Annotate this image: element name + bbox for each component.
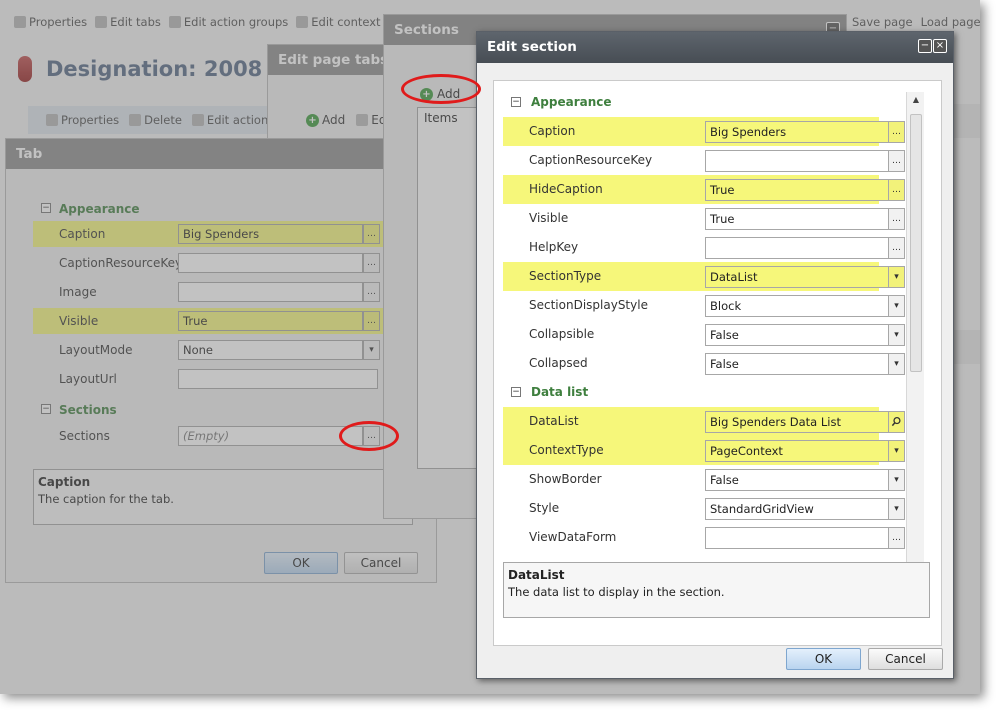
context-type-select[interactable]: PageContext (705, 440, 889, 462)
add-icon: + (306, 113, 319, 127)
sections-value[interactable]: (Empty) (178, 426, 363, 446)
chevron-down-icon[interactable]: ▾ (888, 324, 905, 346)
property-grid-scrollbar[interactable]: ▲ ▼ (906, 92, 924, 577)
chevron-down-icon[interactable]: ▾ (888, 353, 905, 375)
edit-icon (356, 114, 369, 126)
data-list-value[interactable]: Big Spenders Data List (705, 411, 889, 433)
ellipsis-button[interactable]: … (363, 282, 380, 302)
ellipsis-button[interactable]: … (888, 237, 905, 259)
caption-resource-key-value[interactable] (705, 150, 889, 172)
prop-caption[interactable]: Caption Big Spenders … (33, 221, 388, 247)
category-data-list[interactable]: − Data list (503, 378, 928, 407)
collapse-icon[interactable]: − (41, 404, 51, 414)
prop-visible[interactable]: Visible True … (33, 308, 388, 334)
category-appearance[interactable]: − Appearance (33, 198, 388, 220)
close-icon[interactable]: × (933, 39, 947, 53)
hide-caption-value[interactable]: True (705, 179, 889, 201)
search-icon-glyph (891, 417, 901, 427)
chevron-down-icon[interactable]: ▾ (888, 266, 905, 288)
category-appearance[interactable]: − Appearance (503, 88, 928, 117)
chevron-down-icon[interactable]: ▾ (888, 469, 905, 491)
window-controls: − × (918, 39, 947, 53)
cancel-button[interactable]: Cancel (344, 552, 418, 574)
style-select[interactable]: StandardGridView (705, 498, 889, 520)
caption-resource-key-value[interactable] (178, 253, 363, 273)
layout-mode-select[interactable]: None (178, 340, 363, 360)
section-type-select[interactable]: DataList (705, 266, 889, 288)
collapse-icon[interactable]: − (41, 203, 51, 213)
ellipsis-button[interactable]: … (363, 224, 380, 244)
caption-value[interactable]: Big Spenders (705, 121, 889, 143)
ellipsis-button[interactable]: … (888, 527, 905, 549)
image-value[interactable] (178, 282, 363, 302)
collapse-icon[interactable]: − (511, 97, 521, 107)
category-sections[interactable]: − Sections (33, 399, 388, 421)
scroll-thumb[interactable] (910, 114, 922, 372)
tab-property-grid: − Appearance Caption Big Spenders … Capt… (33, 195, 388, 597)
description-panel: DataList The data list to display in the… (503, 562, 930, 618)
prop-sections[interactable]: Sections (Empty) … (33, 423, 388, 449)
section-display-style-select[interactable]: Block (705, 295, 889, 317)
ellipsis-button[interactable]: … (363, 311, 380, 331)
ellipsis-button[interactable]: … (888, 208, 905, 230)
prop-layout-url[interactable]: LayoutUrl (33, 366, 388, 392)
chevron-down-icon[interactable]: ▾ (888, 498, 905, 520)
prop-caption-resource-key[interactable]: CaptionResourceKey … (33, 250, 388, 276)
scroll-up-arrow[interactable]: ▲ (910, 94, 922, 106)
add-tab-button[interactable]: + Add Ed (306, 113, 386, 127)
caption-value[interactable]: Big Spenders (178, 224, 363, 244)
ok-button[interactable]: OK (264, 552, 338, 574)
dialog-title: Edit section (477, 32, 953, 63)
help-key-value[interactable] (705, 237, 889, 259)
ellipsis-button[interactable]: … (888, 179, 905, 201)
chevron-down-icon[interactable]: ▾ (363, 340, 380, 360)
visible-value[interactable]: True (178, 311, 363, 331)
chevron-down-icon[interactable]: ▾ (888, 295, 905, 317)
prop-image[interactable]: Image … (33, 279, 388, 305)
visible-value[interactable]: True (705, 208, 889, 230)
add-section-button[interactable]: + Add (420, 87, 460, 101)
collapsible-select[interactable]: False (705, 324, 889, 346)
ok-button[interactable]: OK (786, 648, 861, 670)
search-icon[interactable] (888, 411, 905, 433)
collapsed-select[interactable]: False (705, 353, 889, 375)
dialog-title: Tab (6, 139, 436, 169)
add-icon: + (420, 87, 433, 101)
view-data-form-value[interactable] (705, 527, 889, 549)
sections-ellipsis-button[interactable]: … (363, 426, 380, 446)
minimize-icon[interactable]: − (918, 39, 932, 53)
ellipsis-button[interactable]: … (888, 121, 905, 143)
show-border-select[interactable]: False (705, 469, 889, 491)
collapse-icon[interactable]: − (511, 387, 521, 397)
cancel-button[interactable]: Cancel (868, 648, 943, 670)
ellipsis-button[interactable]: … (363, 253, 380, 273)
section-property-grid: − Appearance Caption Big Spenders … Capt… (503, 88, 928, 584)
tab-dialog: Tab − Appearance Caption Big Spenders … … (5, 138, 437, 583)
description-panel: Caption The caption for the tab. (33, 469, 413, 525)
layout-url-value[interactable] (178, 369, 378, 389)
chevron-down-icon[interactable]: ▾ (888, 440, 905, 462)
prop-layout-mode[interactable]: LayoutMode None ▾ (33, 337, 388, 363)
edit-section-dialog: Edit section − × − Appearance Caption Bi… (476, 31, 954, 679)
ellipsis-button[interactable]: … (888, 150, 905, 172)
